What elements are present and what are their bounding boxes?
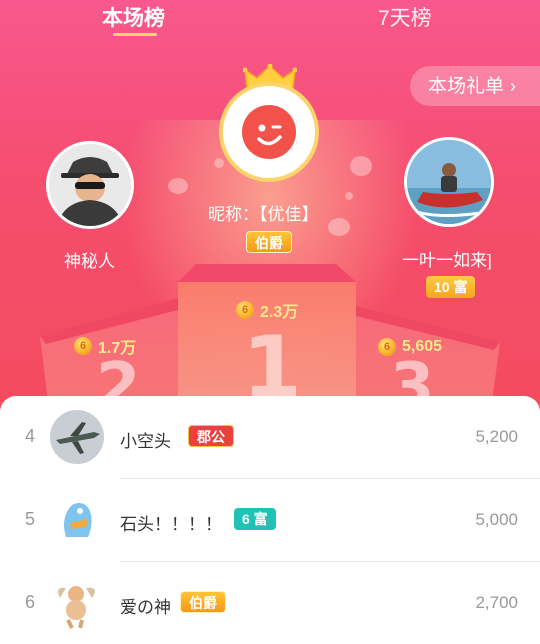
leaderboard-hero: 本场榜 7天榜 本场礼单 › 昵称：【优佳】 伯爵 神秘人 一叶一如来] 10 … (0, 0, 540, 410)
tab-current-session[interactable]: 本场榜 (102, 2, 165, 32)
rank-number: 4 (24, 426, 35, 446)
user-name: 小空头 (120, 432, 171, 451)
third-place-avatar[interactable] (404, 137, 494, 227)
avatar[interactable] (50, 493, 104, 547)
list-item[interactable]: 5 石头！！！！ 6 富 5,000 (0, 479, 540, 562)
third-place-score: 6 5,605 (378, 338, 442, 356)
bird-avatar-icon (50, 493, 104, 547)
third-place-score-value: 5,605 (402, 338, 443, 355)
avatar[interactable] (50, 410, 104, 464)
coin-icon: 6 (74, 337, 92, 355)
first-place-score-value: 2.3万 (260, 304, 299, 321)
wealth-level-badge: 6 富 (234, 508, 276, 530)
user-score: 5,200 (475, 427, 518, 446)
tab-weekly[interactable]: 7天榜 (378, 2, 432, 32)
list-item[interactable]: 6 爱の神 伯爵 2,700 (0, 562, 540, 644)
user-score: 5,000 (475, 510, 518, 529)
user-name: 爱の神 (120, 598, 171, 617)
cupid-avatar-icon (50, 576, 104, 630)
decor-bubble (168, 178, 188, 194)
decor-bubble (345, 192, 353, 200)
decor-bubble (350, 156, 372, 176)
spy-avatar-icon (49, 144, 131, 226)
rank-number: 6 (24, 592, 35, 612)
second-place-score: 6 1.7万 (74, 334, 136, 358)
list-item[interactable]: 4 小空头 郡公 5,200 (0, 396, 540, 479)
coin-icon: 6 (378, 338, 396, 356)
avatar[interactable] (50, 576, 104, 630)
rank-number: 5 (24, 509, 35, 529)
plane-avatar-icon (50, 410, 104, 464)
first-place-score: 6 2.3万 (236, 298, 298, 322)
winking-face-icon (242, 105, 296, 159)
decor-bubble (328, 218, 350, 236)
first-place-avatar[interactable] (219, 82, 319, 182)
user-score: 2,700 (475, 593, 518, 612)
second-place-avatar[interactable] (46, 141, 134, 229)
chevron-right-icon: › (510, 76, 517, 96)
ranking-list: 4 小空头 郡公 5,200 5 石头！！！！ 6 富 5,000 6 爱の神 … (0, 396, 540, 644)
first-place-name: 昵称：【优佳】 (208, 205, 319, 224)
coin-icon: 6 (236, 301, 254, 319)
tab-underline (113, 33, 157, 36)
noble-rank-badge: 伯爵 (180, 591, 226, 613)
gift-list-button[interactable]: 本场礼单 › (410, 66, 540, 106)
user-name: 石头！！！！ (120, 515, 222, 534)
second-place-score-value: 1.7万 (98, 340, 137, 357)
first-place-rank-badge: 伯爵 (246, 231, 292, 253)
tab-bar: 本场榜 7天榜 (0, 0, 540, 40)
gift-list-label: 本场礼单 (428, 76, 505, 97)
jetski-avatar-icon (407, 140, 491, 224)
noble-rank-badge: 郡公 (188, 425, 234, 447)
decor-bubble (214, 158, 224, 168)
